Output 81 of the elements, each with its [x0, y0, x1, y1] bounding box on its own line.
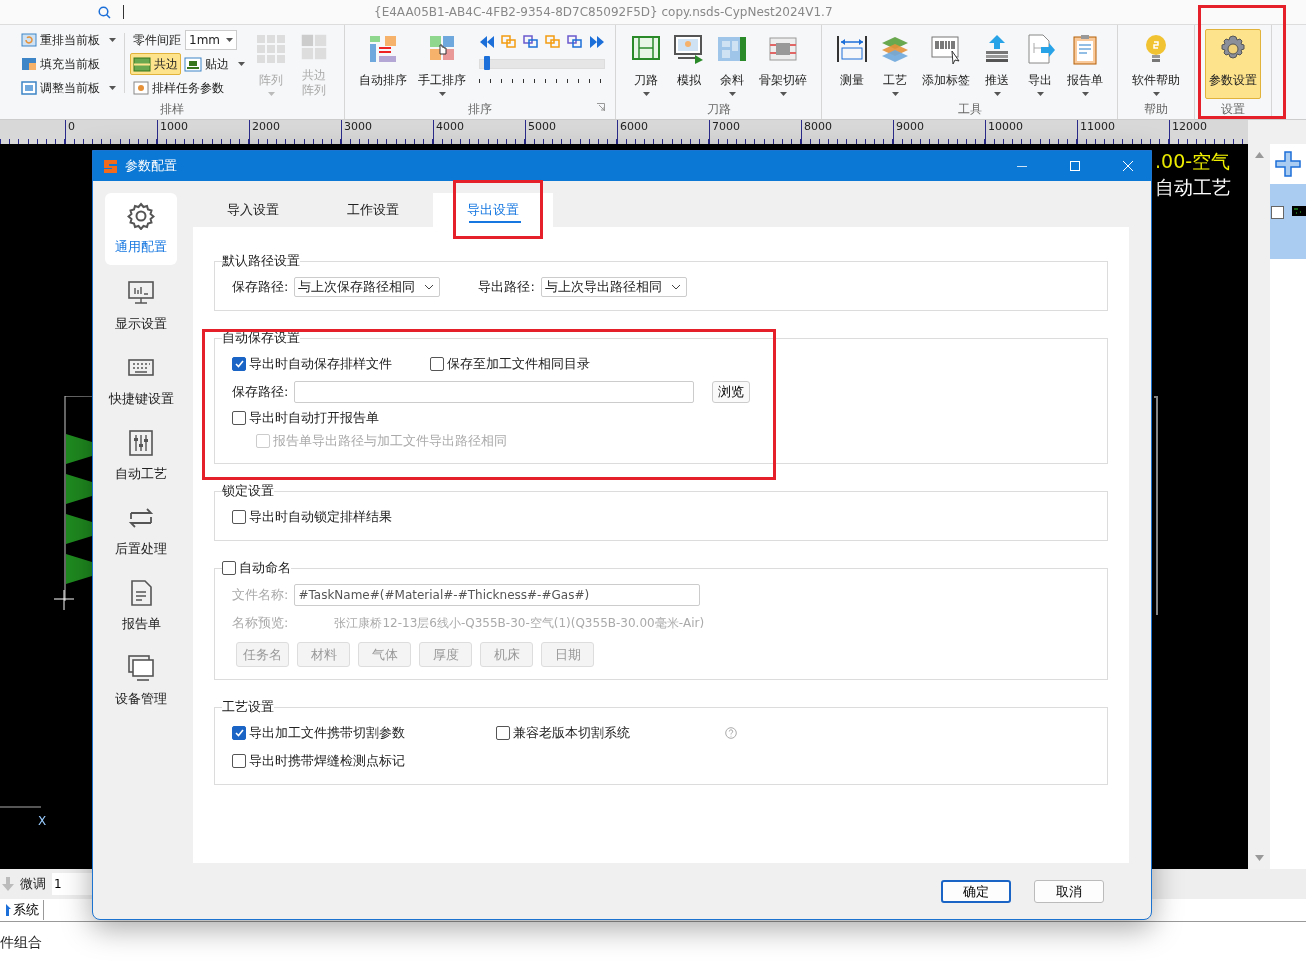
axis-label: X	[38, 814, 47, 828]
nav-item[interactable]: 报告单	[105, 568, 177, 643]
checkbox[interactable]: 导出时自动打开报告单	[232, 409, 379, 427]
group-title: 自动保存设置	[222, 330, 300, 345]
ribbon-button[interactable]: 工艺	[875, 29, 915, 99]
field-label: 导出路径:	[478, 278, 535, 296]
ribbon-button[interactable]: 参数设置	[1205, 29, 1261, 99]
ribbon-button[interactable]: 自动排序	[355, 29, 411, 99]
canvas-text: 自动工艺	[1155, 175, 1231, 200]
checkbox[interactable]: 导出时自动保存排样文件	[232, 355, 392, 373]
name-preview: 张江康桥12-13层6线小-Q355B-30-空气(1)(Q355B-30.00毫米-Air)	[334, 614, 705, 632]
browse-button[interactable]: 浏览	[712, 381, 751, 403]
dropdown[interactable]: 与上次导出路径相同	[540, 277, 687, 297]
ribbon-button[interactable]: 共边	[130, 53, 181, 75]
group-label: 设置	[1221, 102, 1245, 116]
tab[interactable]: 工作设置	[313, 193, 433, 227]
group-title: 工艺设置	[222, 699, 274, 714]
cancel-button[interactable]: 取消	[1034, 880, 1104, 903]
ribbon-button[interactable]: 测量	[832, 29, 872, 99]
group-title: 锁定设置	[222, 483, 274, 498]
checkbox[interactable]: 导出时携带焊缝检测点标记	[232, 751, 405, 770]
group-label: 排样	[160, 102, 184, 116]
ribbon-button[interactable]: 骨架切碎	[755, 29, 811, 99]
ruler-label: 3000	[344, 120, 372, 133]
nav-item[interactable]: 后置处理	[105, 493, 177, 568]
spacing-dropdown[interactable]: 1mm	[185, 30, 237, 50]
group-label: 排序	[468, 102, 492, 116]
ruler-label: 11000	[1080, 120, 1115, 133]
ribbon-button[interactable]: 调整当前板	[18, 77, 119, 99]
ruler-label: 1000	[160, 120, 188, 133]
ruler-label: 9000	[896, 120, 924, 133]
checkbox[interactable]: 导出时自动锁定排样结果	[232, 507, 392, 526]
nav-item[interactable]: 通用配置	[105, 193, 177, 265]
nav-item[interactable]: 快捷键设置	[105, 343, 177, 418]
dialog-title: 参数配置	[125, 157, 178, 175]
checkbox[interactable]: 导出加工文件携带切割参数	[232, 724, 405, 742]
ribbon-button[interactable]: 手工排序	[414, 29, 470, 99]
nav-item[interactable]: 设备管理	[105, 643, 177, 718]
canvas-text: .00-空气	[1155, 149, 1231, 174]
ribbon-button[interactable]: 余料	[712, 29, 752, 99]
ruler-label: 12000	[1172, 120, 1207, 133]
ruler-label: 10000	[988, 120, 1023, 133]
nav-item[interactable]: 显示设置	[105, 268, 177, 343]
ribbon-button[interactable]: 报告单	[1063, 29, 1107, 99]
ribbon-button[interactable]: 导出	[1020, 29, 1060, 99]
ribbon-button[interactable]: 添加标签	[918, 29, 974, 99]
ruler-label: 4000	[436, 120, 464, 133]
ruler-label: 0	[68, 120, 75, 133]
group-title: 默认路径设置	[222, 253, 300, 268]
ribbon-button[interactable]: 贴边	[181, 53, 248, 75]
ruler-label: 2000	[252, 120, 280, 133]
window-title: {E4AA05B1-AB4C-4FB2-9354-8D7C85092F5D} copy.nsds-CypNest2024V1.7	[374, 5, 833, 19]
ribbon-button[interactable]: 填充当前板	[18, 53, 119, 75]
field-label: 保存路径:	[232, 383, 289, 401]
field-label: 零件间距	[133, 31, 181, 49]
ribbon-button[interactable]: 软件帮助	[1128, 29, 1184, 99]
ribbon-button[interactable]: 重排当前板	[18, 29, 119, 51]
ruler-label: 8000	[804, 120, 832, 133]
ruler-label: 5000	[528, 120, 556, 133]
group-label: 刀路	[706, 102, 731, 116]
tab[interactable]: 导入设置	[193, 193, 313, 227]
group-label: 工具	[957, 102, 982, 116]
ok-button[interactable]: 确定	[941, 880, 1011, 903]
ruler-label: 7000	[712, 120, 740, 133]
ribbon-button[interactable]: 推送	[977, 29, 1017, 99]
ribbon-button[interactable]: 排样任务参数	[130, 77, 248, 99]
panel-tab[interactable]: 系统	[0, 900, 44, 920]
tab[interactable]: 导出设置	[433, 193, 553, 227]
ruler-label: 6000	[620, 120, 648, 133]
dropdown[interactable]: 与上次保存路径相同	[294, 277, 441, 297]
checkbox[interactable]: 保存至加工文件相同目录	[430, 354, 590, 373]
nav-item[interactable]: 自动工艺	[105, 418, 177, 493]
field-label: 保存路径:	[232, 278, 289, 296]
checkbox[interactable]: 兼容老版本切割系统	[496, 723, 630, 742]
field-label: 文件名称:	[232, 586, 289, 604]
field-label: 名称预览:	[232, 614, 289, 632]
field-label: 微调	[20, 875, 46, 893]
group-label: 帮助	[1144, 102, 1168, 116]
list-item[interactable]: 件组合	[0, 934, 1306, 952]
ribbon-button[interactable]: 模拟	[669, 29, 709, 99]
ribbon-button[interactable]: 刀路	[626, 29, 666, 99]
